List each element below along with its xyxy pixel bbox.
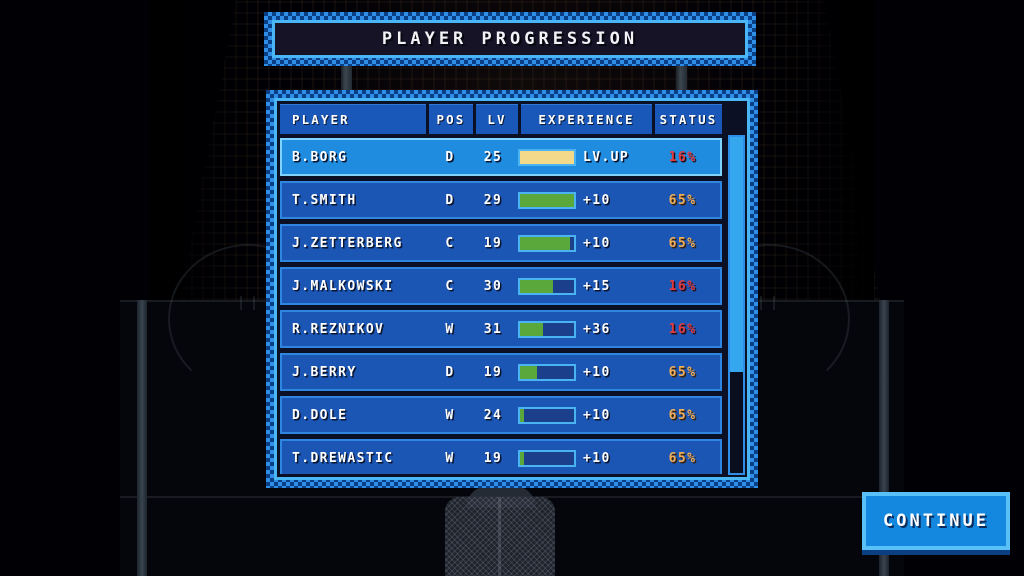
cell-level: 24 xyxy=(483,407,503,423)
experience-bar-fill xyxy=(520,193,574,207)
cell-experience: +10 xyxy=(514,234,645,252)
experience-delta: LV.UP xyxy=(583,149,630,165)
experience-bar-fill xyxy=(520,236,570,250)
column-header-lv: LV xyxy=(476,104,518,134)
cell-position: W xyxy=(445,407,455,423)
page-title: PLAYER PROGRESSION xyxy=(381,29,639,49)
experience-delta: +10 xyxy=(583,407,611,423)
cell-position: C xyxy=(445,278,455,294)
cell-status: 65% xyxy=(668,450,697,466)
cell-position: W xyxy=(445,450,455,466)
goal-net-bar xyxy=(498,497,501,576)
progression-panel: PLAYER POS LV EXPERIENCE STATUS B.BORG D 2… xyxy=(266,90,758,488)
cell-player-name: T.SMITH xyxy=(292,192,357,208)
experience-delta: +10 xyxy=(583,192,611,208)
cell-level: 31 xyxy=(483,321,503,337)
cell-status: 65% xyxy=(668,192,697,208)
cell-player-name: T.DREWASTIC xyxy=(292,450,394,466)
continue-button-label: CONTINUE xyxy=(883,511,989,531)
table-header-row: PLAYER POS LV EXPERIENCE STATUS xyxy=(280,104,744,134)
experience-bar-fill xyxy=(520,408,524,422)
experience-bar xyxy=(518,234,576,252)
cell-experience: +10 xyxy=(514,191,645,209)
cell-player-name: R.REZNIKOV xyxy=(292,321,385,337)
experience-bar-fill xyxy=(520,451,525,465)
experience-bar-fill xyxy=(520,150,574,164)
cell-level: 19 xyxy=(483,450,503,466)
cell-player-name: J.BERRY xyxy=(292,364,357,380)
cell-player-name: D.DOLE xyxy=(292,407,348,423)
cell-player-name: B.BORG xyxy=(292,149,348,165)
cell-experience: +10 xyxy=(514,363,645,381)
rink-hash-l1 xyxy=(240,296,242,310)
experience-bar xyxy=(518,277,576,295)
table-row[interactable]: J.MALKOWSKI C 30 +15 16% xyxy=(280,267,722,305)
experience-delta: +10 xyxy=(583,450,611,466)
cell-status: 65% xyxy=(668,235,697,251)
cell-experience: +10 xyxy=(514,449,645,467)
experience-bar-track xyxy=(520,408,574,422)
cell-position: D xyxy=(445,364,455,380)
cell-experience: +10 xyxy=(514,406,645,424)
experience-bar-fill xyxy=(520,365,538,379)
scrollbar-thumb[interactable] xyxy=(730,137,743,373)
experience-bar xyxy=(518,148,576,166)
experience-bar xyxy=(518,449,576,467)
cell-player-name: J.MALKOWSKI xyxy=(292,278,394,294)
experience-delta: +10 xyxy=(583,364,611,380)
table-row[interactable]: R.REZNIKOV W 31 +36 16% xyxy=(280,310,722,348)
cell-position: C xyxy=(445,235,455,251)
table-row[interactable]: J.BERRY D 19 +10 65% xyxy=(280,353,722,391)
rink-hash-l2 xyxy=(253,296,255,310)
cell-position: W xyxy=(445,321,455,337)
cell-position: D xyxy=(445,192,455,208)
experience-bar-fill xyxy=(520,279,554,293)
progression-table: PLAYER POS LV EXPERIENCE STATUS B.BORG D 2… xyxy=(280,104,744,474)
title-plate: PLAYER PROGRESSION xyxy=(264,12,756,66)
experience-bar xyxy=(518,363,576,381)
cell-player-name: J.ZETTERBERG xyxy=(292,235,403,251)
rink-hash-r2 xyxy=(773,296,775,310)
cell-experience: +36 xyxy=(514,320,645,338)
rink-post-left xyxy=(137,300,147,576)
cell-status: 65% xyxy=(668,407,697,423)
cell-level: 19 xyxy=(483,235,503,251)
experience-bar-track xyxy=(520,451,574,465)
vertical-scrollbar[interactable] xyxy=(728,135,745,475)
table-row[interactable]: J.ZETTERBERG C 19 +10 65% xyxy=(280,224,722,262)
table-row[interactable]: T.DREWASTIC W 19 +10 65% xyxy=(280,439,722,474)
column-header-player: PLAYER xyxy=(280,104,426,134)
cell-level: 29 xyxy=(483,192,503,208)
cell-position: D xyxy=(445,149,455,165)
rink-hash-r1 xyxy=(760,296,762,310)
table-row[interactable]: T.SMITH D 29 +10 65% xyxy=(280,181,722,219)
cell-status: 16% xyxy=(668,149,697,165)
experience-bar xyxy=(518,191,576,209)
column-header-experience: EXPERIENCE xyxy=(521,104,652,134)
cell-status: 16% xyxy=(668,278,697,294)
cell-experience: +15 xyxy=(514,277,645,295)
column-header-status: STATUS xyxy=(655,104,722,134)
table-row[interactable]: B.BORG D 25 LV.UP 16% xyxy=(280,138,722,176)
continue-button[interactable]: CONTINUE xyxy=(862,492,1010,550)
table-rows-container[interactable]: B.BORG D 25 LV.UP 16% T.SMITH D 29 +10 65% J.ZETTE… xyxy=(280,138,744,474)
experience-bar xyxy=(518,406,576,424)
cell-level: 19 xyxy=(483,364,503,380)
cell-status: 16% xyxy=(668,321,697,337)
experience-delta: +15 xyxy=(583,278,611,294)
experience-delta: +10 xyxy=(583,235,611,251)
experience-bar xyxy=(518,320,576,338)
cell-level: 30 xyxy=(483,278,503,294)
experience-delta: +36 xyxy=(583,321,611,337)
column-header-pos: POS xyxy=(429,104,473,134)
table-row[interactable]: D.DOLE W 24 +10 65% xyxy=(280,396,722,434)
cell-level: 25 xyxy=(483,149,503,165)
cell-experience: LV.UP xyxy=(514,148,645,166)
cell-status: 65% xyxy=(668,364,697,380)
experience-bar-fill xyxy=(520,322,543,336)
